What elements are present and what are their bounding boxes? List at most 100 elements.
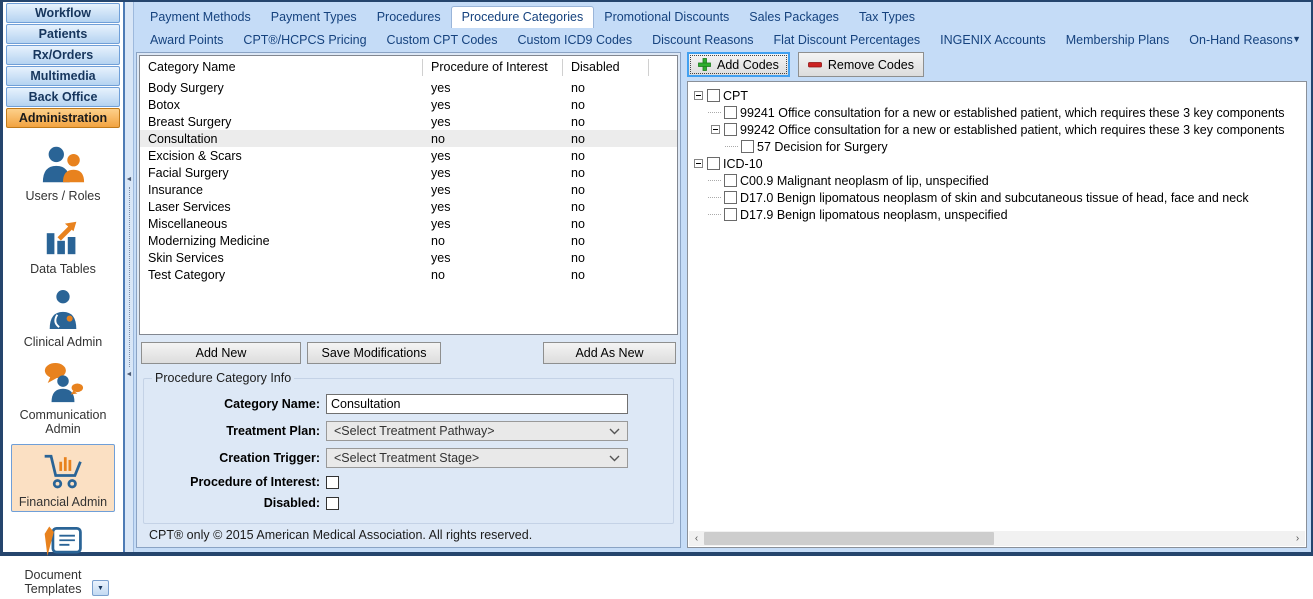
- tab-payment-types[interactable]: Payment Types: [261, 7, 367, 28]
- tab-ingenix-accounts[interactable]: INGENIX Accounts: [930, 30, 1056, 51]
- tab-on-hand-reasons[interactable]: On-Hand Reasons: [1179, 30, 1303, 51]
- add-as-new-button[interactable]: Add As New: [543, 342, 676, 364]
- sidebar-item-financial-admin[interactable]: Financial Admin: [11, 444, 115, 512]
- disabled-checkbox[interactable]: [326, 496, 339, 510]
- treatment-plan-select[interactable]: <Select Treatment Pathway>: [326, 421, 628, 441]
- sidebar-tab-multimedia[interactable]: Multimedia: [6, 66, 120, 86]
- collapse-icon[interactable]: [694, 91, 703, 100]
- collapse-left-icon[interactable]: ◄: [126, 371, 133, 378]
- tab-payment-methods[interactable]: Payment Methods: [140, 7, 261, 28]
- tree-connector: [725, 146, 738, 147]
- minus-icon: [807, 62, 822, 68]
- collapse-icon[interactable]: [711, 125, 720, 134]
- category-name-input[interactable]: [326, 394, 628, 414]
- tab-cpt-hcpcs-pricing[interactable]: CPT®/HCPCS Pricing: [233, 30, 376, 51]
- table-row-insurance[interactable]: Insurance yes no: [140, 181, 677, 198]
- category-name-cell: Consultation: [148, 131, 218, 146]
- creation-trigger-select[interactable]: <Select Treatment Stage>: [326, 448, 628, 468]
- scrollbar-thumb[interactable]: [704, 532, 994, 545]
- splitter-grip[interactable]: [128, 187, 130, 367]
- tab-flat-discount-percentages[interactable]: Flat Discount Percentages: [764, 30, 931, 51]
- table-row-miscellaneous[interactable]: Miscellaneous yes no: [140, 215, 677, 232]
- sidebar-item-communication-admin[interactable]: Communication Admin: [11, 357, 115, 439]
- code-checkbox[interactable]: [724, 106, 737, 119]
- save-modifications-button[interactable]: Save Modifications: [307, 342, 441, 364]
- sidebar-tab-back-office[interactable]: Back Office: [6, 87, 120, 107]
- sidebar-item-label: Financial Admin: [18, 495, 108, 509]
- category-name-cell: Botox: [148, 97, 180, 112]
- column-header-disabled[interactable]: Disabled: [563, 59, 649, 76]
- tree-node-d17-9[interactable]: D17.9 Benign lipomatous neoplasm, unspec…: [694, 206, 1304, 223]
- sidebar-tab-patients[interactable]: Patients: [6, 24, 120, 44]
- code-checkbox[interactable]: [707, 89, 720, 102]
- table-row-breast-surgery[interactable]: Breast Surgery yes no: [140, 113, 677, 130]
- tab-overflow-chevron-down-icon[interactable]: ▼: [1292, 34, 1301, 44]
- scroll-right-icon[interactable]: ›: [1290, 531, 1305, 546]
- table-row-modernizing-medicine[interactable]: Modernizing Medicine no no: [140, 232, 677, 249]
- tab-tax-types[interactable]: Tax Types: [849, 7, 925, 28]
- procedure-of-interest-cell: yes: [431, 216, 451, 231]
- add-codes-button[interactable]: Add Codes: [687, 52, 790, 77]
- table-row-laser-services[interactable]: Laser Services yes no: [140, 198, 677, 215]
- tab-award-points[interactable]: Award Points: [140, 30, 233, 51]
- table-header-row: Category Name Procedure of Interest Disa…: [140, 56, 677, 79]
- table-row-botox[interactable]: Botox yes no: [140, 96, 677, 113]
- scroll-left-icon[interactable]: ‹: [689, 531, 704, 546]
- tree-node-57[interactable]: 57 Decision for Surgery: [694, 138, 1304, 155]
- table-row-body-surgery[interactable]: Body Surgery yes no: [140, 79, 677, 96]
- sidebar-tab-workflow[interactable]: Workflow: [6, 3, 120, 23]
- column-header-procedure-of-interest[interactable]: Procedure of Interest: [423, 59, 563, 76]
- tree-node-c00-9[interactable]: C00.9 Malignant neoplasm of lip, unspeci…: [694, 172, 1304, 189]
- templates-dropdown-button[interactable]: ▼: [92, 580, 109, 596]
- disabled-cell: no: [571, 131, 585, 146]
- category-name-cell: Excision & Scars: [148, 148, 242, 163]
- code-checkbox[interactable]: [724, 191, 737, 204]
- sidebar-tab-rx-orders[interactable]: Rx/Orders: [6, 45, 120, 65]
- sidebar-item-clinical-admin[interactable]: Clinical Admin: [11, 284, 115, 352]
- category-name-label: Category Name:: [224, 397, 320, 411]
- table-row-test-category[interactable]: Test Category no no: [140, 266, 677, 283]
- tab-sales-packages[interactable]: Sales Packages: [739, 7, 849, 28]
- sidebar-item-label: Data Tables: [30, 262, 96, 276]
- tree-node-icd-10[interactable]: ICD-10: [694, 155, 1304, 172]
- form-row-category-name: Category Name:: [152, 394, 665, 414]
- code-checkbox[interactable]: [741, 140, 754, 153]
- tab-promotional-discounts[interactable]: Promotional Discounts: [594, 7, 739, 28]
- add-new-button[interactable]: Add New: [141, 342, 301, 364]
- table-row-consultation[interactable]: Consultation no no: [140, 130, 677, 147]
- tab-procedures[interactable]: Procedures: [367, 7, 451, 28]
- table-row-excision-scars[interactable]: Excision & Scars yes no: [140, 147, 677, 164]
- disabled-cell: no: [571, 267, 585, 282]
- group-legend: Procedure Category Info: [155, 371, 292, 385]
- table-row-skin-services[interactable]: Skin Services yes no: [140, 249, 677, 266]
- code-checkbox[interactable]: [724, 123, 737, 136]
- tab-procedure-categories[interactable]: Procedure Categories: [450, 6, 595, 28]
- tab-custom-icd9-codes[interactable]: Custom ICD9 Codes: [507, 30, 642, 51]
- collapse-icon[interactable]: [694, 159, 703, 168]
- tab-discount-reasons[interactable]: Discount Reasons: [642, 30, 763, 51]
- code-checkbox[interactable]: [707, 157, 720, 170]
- tree-node-99241[interactable]: 99241 Office consultation for a new or e…: [694, 104, 1304, 121]
- code-label: D17.0 Benign lipomatous neoplasm of skin…: [740, 190, 1249, 205]
- tree-node-99242[interactable]: 99242 Office consultation for a new or e…: [694, 121, 1304, 138]
- procedure-of-interest-checkbox[interactable]: [326, 475, 339, 489]
- table-row-facial-surgery[interactable]: Facial Surgery yes no: [140, 164, 677, 181]
- horizontal-scrollbar[interactable]: ‹ ›: [689, 531, 1305, 546]
- column-header-category-name[interactable]: Category Name: [140, 59, 423, 76]
- tree-node-d17-0[interactable]: D17.0 Benign lipomatous neoplasm of skin…: [694, 189, 1304, 206]
- sidebar-splitter[interactable]: ◄ ◄: [123, 2, 134, 552]
- collapse-left-icon[interactable]: ◄: [126, 176, 133, 183]
- sidebar-item-data-tables[interactable]: Data Tables: [11, 211, 115, 279]
- code-checkbox[interactable]: [724, 208, 737, 221]
- sidebar-tab-administration[interactable]: Administration: [6, 108, 120, 128]
- tree-node-cpt[interactable]: CPT: [694, 87, 1304, 104]
- procedure-of-interest-cell: yes: [431, 199, 451, 214]
- code-checkbox[interactable]: [724, 174, 737, 187]
- disabled-cell: no: [571, 165, 585, 180]
- form-row-disabled: Disabled:: [152, 496, 665, 510]
- sidebar-item-document-templates[interactable]: Document Templates ▼: [11, 517, 115, 599]
- tab-membership-plans[interactable]: Membership Plans: [1056, 30, 1180, 51]
- remove-codes-button[interactable]: Remove Codes: [797, 52, 925, 77]
- sidebar-item-users-roles[interactable]: Users / Roles: [11, 138, 115, 206]
- tab-custom-cpt-codes[interactable]: Custom CPT Codes: [377, 30, 508, 51]
